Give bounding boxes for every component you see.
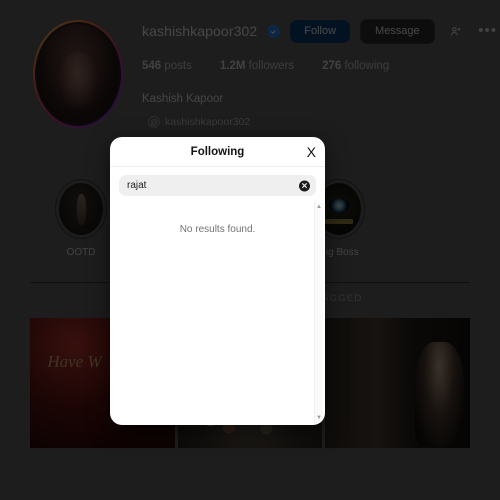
highlight-label: OOTD [66, 247, 96, 259]
username-row: kashishkapoor302 Follow Message ••• [142, 18, 499, 44]
highlight-cover-ootd [59, 183, 103, 236]
clear-search-icon[interactable]: ✕ [299, 180, 310, 191]
following-count: 276 [322, 60, 342, 72]
stat-followers[interactable]: 1.2M followers [220, 60, 294, 72]
highlight-item-ootd[interactable]: OOTD [42, 179, 120, 258]
profile-header: kashishkapoor302 Follow Message ••• 546 … [0, 0, 500, 155]
add-person-icon[interactable] [445, 20, 467, 42]
threads-link[interactable]: @ kashishkapoor302 [148, 114, 499, 132]
profile-full-name: Kashish Kapoor [142, 93, 224, 105]
modal-search-area: ✕ [110, 167, 325, 202]
threads-handle: kashishkapoor302 [165, 115, 251, 128]
scroll-up-icon[interactable]: ▲ [316, 204, 322, 210]
search-input[interactable] [119, 175, 316, 196]
threads-icon: @ [148, 116, 160, 129]
message-button[interactable]: Message [360, 18, 435, 44]
profile-username: kashishkapoor302 [142, 23, 258, 39]
story-ring [33, 20, 123, 128]
modal-results-area: No results found. ▲ ▼ [110, 202, 325, 425]
highlight-thumbnail [55, 179, 107, 240]
following-modal: Following X ✕ No results found. ▲ ▼ [110, 137, 325, 425]
profile-picture [35, 22, 121, 126]
posts-label: posts [164, 60, 192, 72]
verified-badge-icon [267, 24, 281, 38]
follow-button[interactable]: Follow [290, 19, 351, 43]
instagram-profile-screen: kashishkapoor302 Follow Message ••• 546 … [0, 0, 500, 500]
posts-count: 546 [142, 60, 162, 72]
close-icon[interactable]: X [307, 145, 316, 159]
stat-following[interactable]: 276 following [322, 60, 389, 72]
profile-meta: kashishkapoor302 Follow Message ••• 546 … [126, 14, 499, 155]
modal-title: Following [190, 145, 245, 158]
stat-posts[interactable]: 546 posts [142, 60, 192, 72]
post-thumbnail[interactable] [325, 318, 470, 449]
avatar[interactable] [30, 14, 126, 128]
empty-state-message: No results found. [179, 224, 256, 235]
more-options-icon[interactable]: ••• [477, 20, 499, 42]
search-box: ✕ [119, 175, 316, 196]
followers-label: followers [248, 60, 295, 72]
scroll-down-icon[interactable]: ▼ [316, 415, 322, 421]
modal-scrollbar[interactable]: ▲ ▼ [314, 202, 323, 423]
followers-count: 1.2M [219, 60, 246, 72]
profile-stats: 546 posts 1.2M followers 276 following [142, 60, 499, 72]
modal-header: Following X [110, 137, 325, 167]
following-label: following [344, 60, 390, 72]
